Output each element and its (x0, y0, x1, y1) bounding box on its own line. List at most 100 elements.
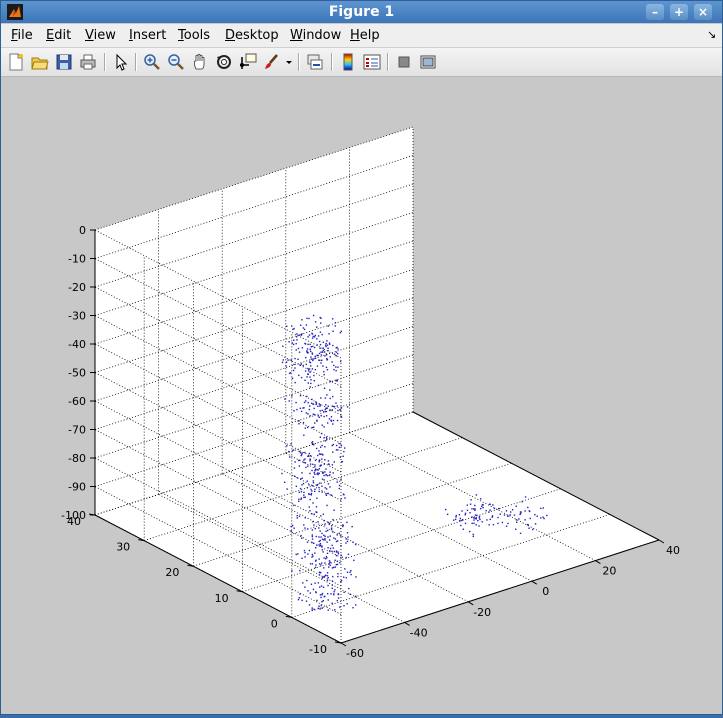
data-point (313, 471, 315, 474)
data-point (479, 498, 482, 500)
data-point (311, 529, 314, 531)
rotate-3d-icon[interactable] (215, 53, 233, 71)
data-point (324, 535, 326, 538)
data-point (317, 454, 319, 457)
data-point (327, 483, 330, 485)
data-point (318, 461, 321, 463)
data-point (452, 519, 455, 521)
legend-icon[interactable] (363, 53, 381, 71)
zoom-in-icon[interactable] (143, 53, 161, 71)
data-point (320, 596, 322, 599)
colorbar-icon[interactable] (339, 53, 357, 71)
data-point (317, 582, 320, 584)
data-point (326, 575, 329, 577)
data-point (312, 463, 314, 466)
minimize-button[interactable]: – (646, 4, 664, 20)
brush-dropdown-icon[interactable] (284, 53, 294, 71)
dock-arrow-icon[interactable]: ↘ (707, 28, 716, 41)
data-point (318, 472, 320, 475)
data-point (316, 544, 318, 546)
data-point (295, 342, 297, 345)
data-point (312, 502, 314, 504)
data-point (300, 376, 303, 379)
data-point (291, 524, 294, 527)
data-point (536, 515, 538, 517)
hide-plot-tools-icon[interactable] (395, 53, 413, 71)
data-point (321, 478, 324, 480)
data-point (300, 363, 303, 365)
data-point (333, 594, 335, 596)
menu-insert[interactable]: Insert (129, 28, 166, 43)
data-point (316, 468, 318, 471)
data-point (335, 402, 337, 404)
data-point (331, 544, 333, 547)
data-point (304, 556, 306, 558)
data-point (344, 568, 346, 570)
menu-file[interactable]: File (11, 28, 33, 43)
data-point (310, 350, 312, 353)
data-point (323, 351, 326, 353)
figure-canvas[interactable]: -60 -40 -20 0 20 40 -10 0 10 20 30 40 0 -10 -20 -30 -40-… (1, 77, 722, 714)
data-point (319, 608, 321, 610)
data-point (292, 343, 295, 346)
data-point (328, 539, 331, 541)
pan-icon[interactable] (191, 53, 209, 71)
data-point (324, 344, 327, 346)
data-point (509, 511, 512, 513)
show-plot-tools-icon[interactable] (419, 53, 437, 71)
menu-window[interactable]: Window (290, 28, 341, 43)
menu-tools[interactable]: Tools (178, 28, 210, 43)
new-figure-icon[interactable] (7, 53, 25, 71)
z-tick-label: -30 (68, 310, 86, 323)
data-point (534, 513, 536, 516)
data-point (306, 480, 309, 482)
brush-icon[interactable] (263, 53, 281, 71)
data-point (293, 327, 295, 330)
data-point (336, 560, 339, 563)
data-point (317, 521, 319, 523)
data-point (323, 426, 325, 428)
data-point (307, 367, 309, 370)
data-point (335, 369, 337, 372)
data-point (298, 450, 300, 453)
data-point (306, 317, 308, 320)
data-point (309, 458, 312, 461)
data-point (340, 580, 343, 582)
data-point (290, 443, 292, 445)
data-point (310, 492, 313, 495)
data-point (306, 426, 309, 429)
data-point (318, 490, 320, 493)
scatter3-axes[interactable]: -60-40-2002040-100102030400-10-20-30-40-… (1, 77, 722, 714)
maximize-button[interactable]: + (670, 4, 688, 20)
print-icon[interactable] (79, 53, 97, 71)
data-point (308, 484, 310, 486)
menu-bar: File Edit View Insert Tools Desktop Wind… (1, 24, 722, 48)
title-bar[interactable]: Figure 1 – + × (1, 1, 722, 23)
data-point (473, 522, 475, 524)
data-point (310, 583, 313, 585)
data-point (306, 487, 309, 489)
data-point (329, 547, 332, 550)
data-point (312, 481, 315, 484)
data-point (307, 382, 310, 384)
save-icon[interactable] (55, 53, 73, 71)
data-point (331, 464, 334, 466)
menu-help[interactable]: Help (350, 28, 380, 43)
zoom-out-icon[interactable] (167, 53, 185, 71)
data-point (314, 368, 317, 371)
close-button[interactable]: × (694, 4, 712, 20)
data-point (332, 344, 334, 347)
menu-desktop[interactable]: Desktop (225, 28, 279, 43)
data-point (328, 463, 330, 466)
data-point (469, 512, 471, 514)
data-point (312, 542, 315, 544)
edit-plot-icon[interactable] (112, 53, 130, 71)
data-point (307, 465, 309, 467)
data-point (310, 379, 312, 381)
menu-edit[interactable]: Edit (46, 28, 71, 43)
x-tick-label: 0 (542, 585, 549, 598)
menu-view[interactable]: View (85, 28, 116, 43)
open-file-icon[interactable] (31, 53, 49, 71)
link-plot-icon[interactable] (306, 53, 324, 71)
data-cursor-icon[interactable] (239, 53, 257, 71)
